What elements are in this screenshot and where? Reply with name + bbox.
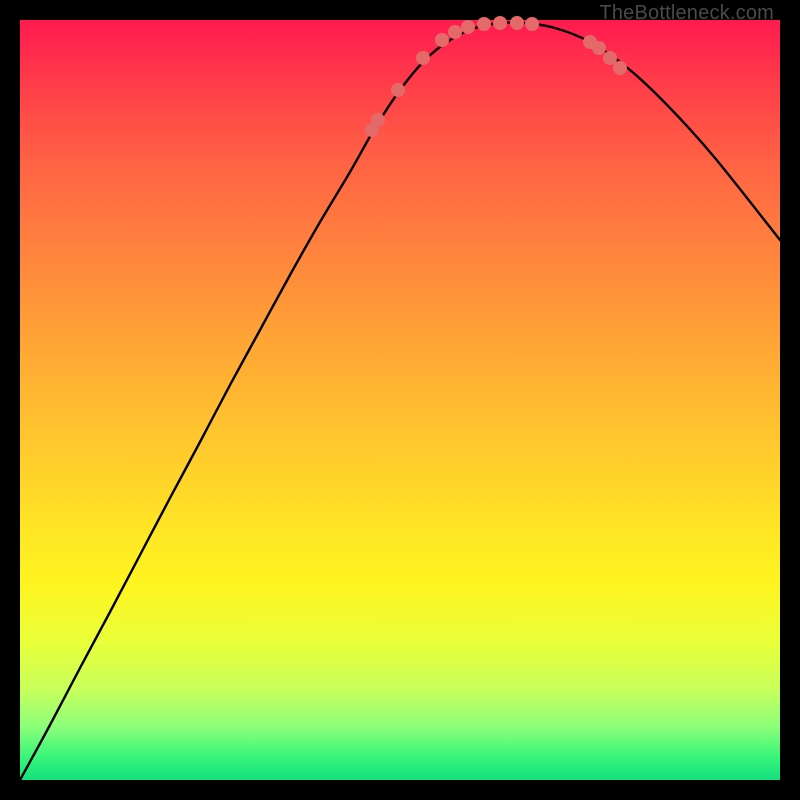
trough-marker-dot bbox=[592, 41, 606, 55]
trough-marker-dot bbox=[416, 51, 430, 65]
trough-marker-group bbox=[365, 16, 627, 137]
trough-marker-dot bbox=[435, 33, 449, 47]
trough-marker-dot bbox=[391, 83, 405, 97]
trough-marker-dot bbox=[510, 16, 524, 30]
trough-marker-dot bbox=[477, 17, 491, 31]
trough-marker-dot bbox=[448, 25, 462, 39]
trough-marker-dot bbox=[613, 61, 627, 75]
trough-marker-dot bbox=[525, 17, 539, 31]
chart-svg bbox=[20, 20, 780, 780]
bottleneck-curve-line bbox=[20, 22, 780, 780]
trough-marker-dot bbox=[493, 16, 507, 30]
chart-frame: TheBottleneck.com bbox=[20, 20, 780, 780]
trough-marker-dot bbox=[603, 51, 617, 65]
trough-marker-dot bbox=[461, 20, 475, 34]
trough-marker-dot bbox=[371, 113, 385, 127]
